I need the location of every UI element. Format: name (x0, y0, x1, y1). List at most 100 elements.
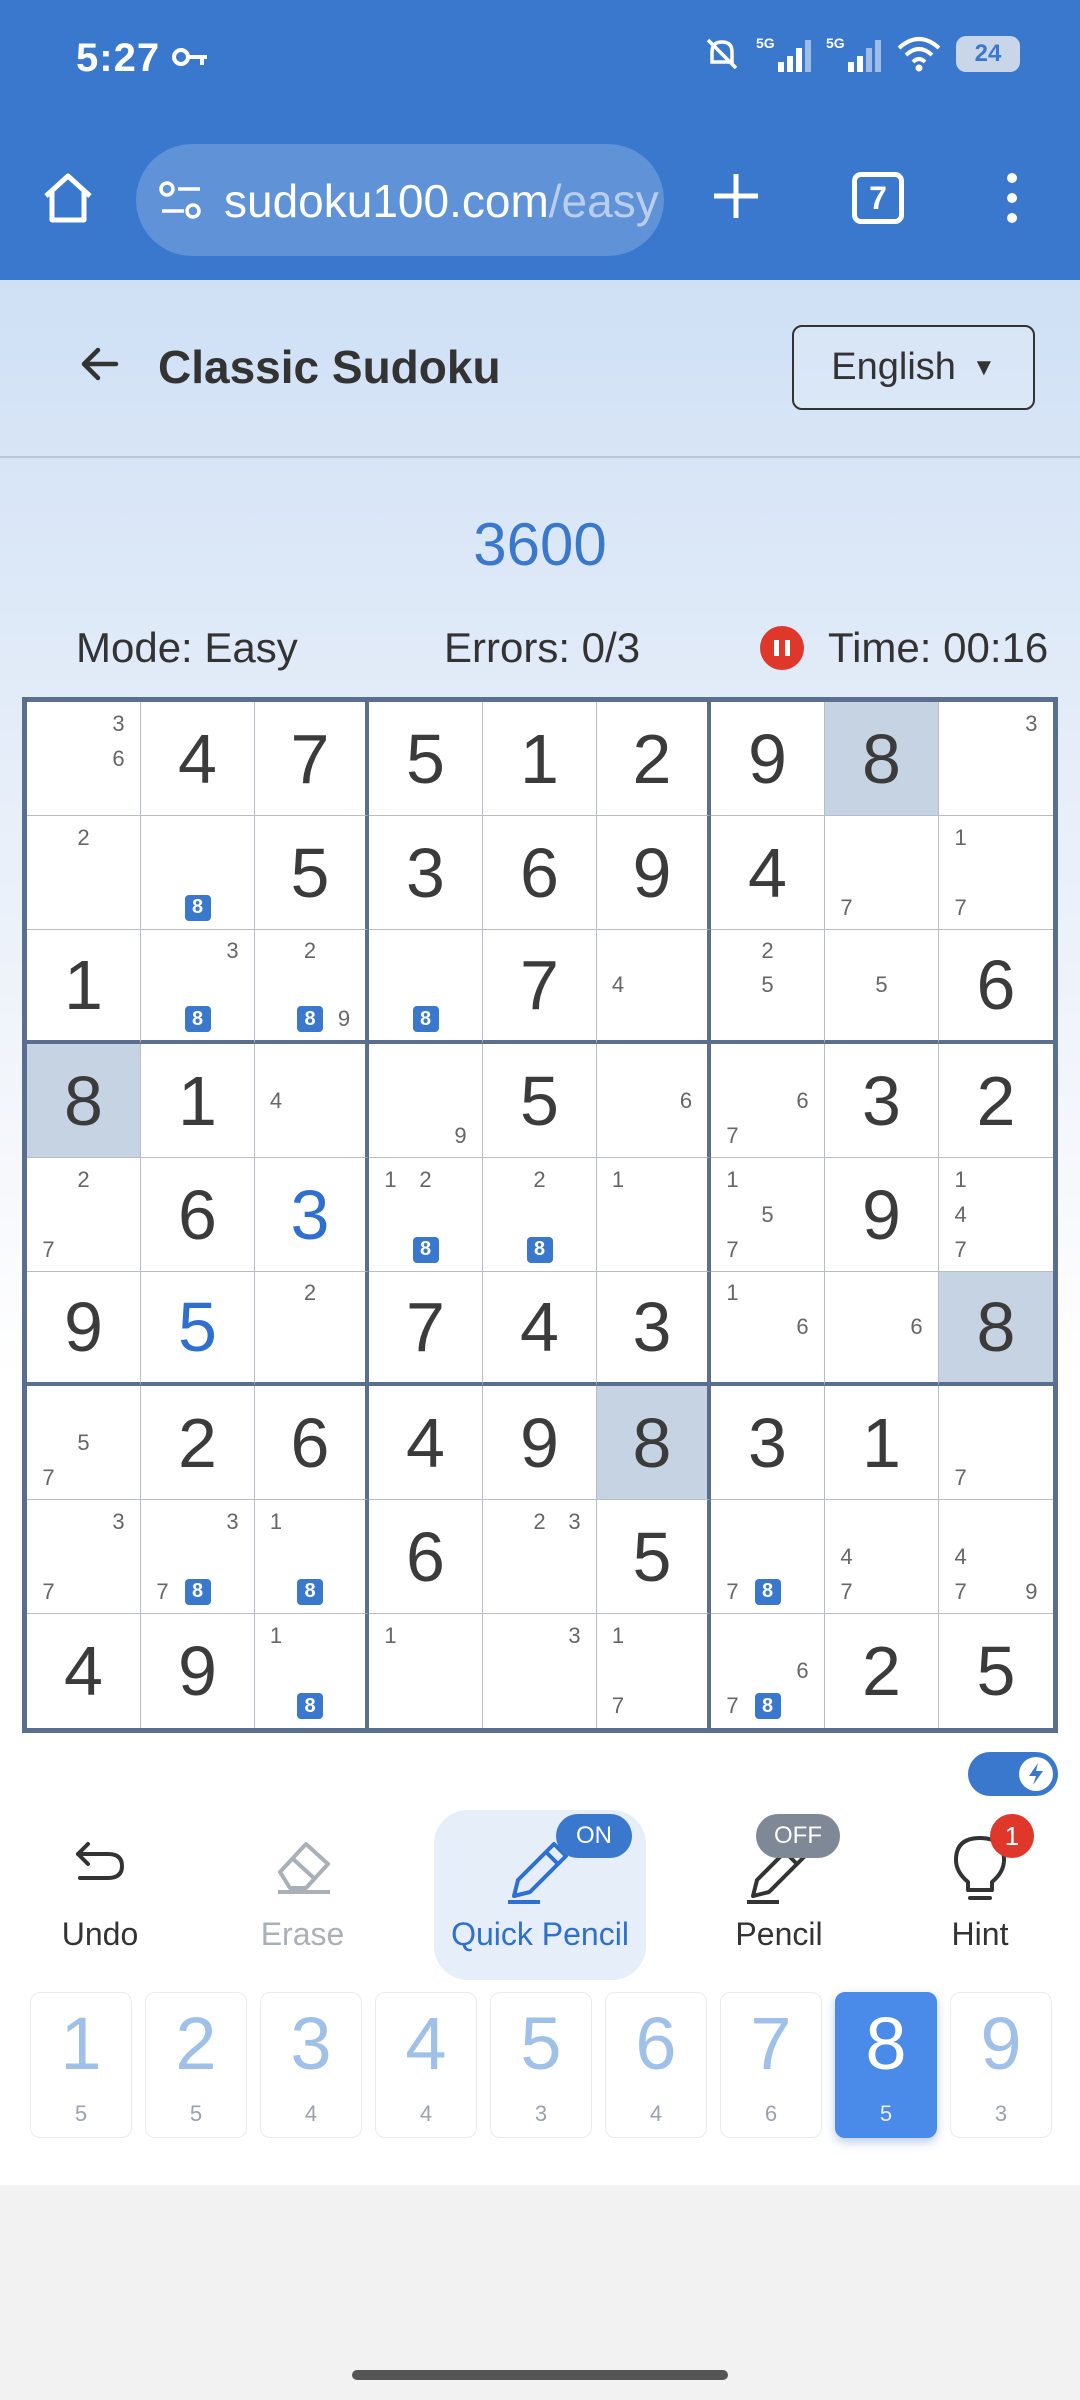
board-cell-r3c6[interactable]: 4 (597, 930, 711, 1044)
board-cell-r9c7[interactable]: 6 78 (711, 1614, 825, 1728)
number-key-5[interactable]: 53 (490, 1992, 592, 2138)
number-key-6[interactable]: 64 (605, 1992, 707, 2138)
auto-toggle[interactable] (968, 1752, 1058, 1796)
board-cell-r7c9[interactable]: 7 (939, 1386, 1053, 1500)
board-cell-r9c8[interactable]: 2 (825, 1614, 939, 1728)
board-cell-r9c6[interactable]: 17 (597, 1614, 711, 1728)
board-cell-r3c7[interactable]: 25 (711, 930, 825, 1044)
tab-switcher-button[interactable]: 7 (852, 172, 904, 224)
board-cell-r8c9[interactable]: 4 7 9 (939, 1500, 1053, 1614)
pause-icon[interactable] (760, 626, 804, 670)
board-cell-r6c7[interactable]: 16 (711, 1272, 825, 1386)
language-select[interactable]: English ▼ (792, 325, 1035, 410)
board-cell-r4c4[interactable]: 9 (369, 1044, 483, 1158)
board-cell-r2c8[interactable]: 7 (825, 816, 939, 930)
board-cell-r3c9[interactable]: 6 (939, 930, 1053, 1044)
home-indicator[interactable] (352, 2370, 728, 2380)
board-cell-r5c9[interactable]: 1 4 7 (939, 1158, 1053, 1272)
board-cell-r7c8[interactable]: 1 (825, 1386, 939, 1500)
board-cell-r3c5[interactable]: 7 (483, 930, 597, 1044)
board-cell-r3c3[interactable]: 2 89 (255, 930, 369, 1044)
back-arrow-icon[interactable] (76, 340, 124, 388)
board-cell-r9c5[interactable]: 3 (483, 1614, 597, 1728)
board-cell-r2c4[interactable]: 3 (369, 816, 483, 930)
board-cell-r2c6[interactable]: 9 (597, 816, 711, 930)
board-cell-r7c7[interactable]: 3 (711, 1386, 825, 1500)
board-cell-r6c8[interactable]: 6 (825, 1272, 939, 1386)
board-cell-r1c2[interactable]: 4 (141, 702, 255, 816)
number-key-1[interactable]: 15 (30, 1992, 132, 2138)
board-cell-r2c5[interactable]: 6 (483, 816, 597, 930)
board-cell-r5c7[interactable]: 157 (711, 1158, 825, 1272)
hint-button[interactable]: 1 Hint (910, 1810, 1050, 1980)
board-cell-r6c1[interactable]: 9 (27, 1272, 141, 1386)
board-cell-r5c4[interactable]: 12 8 (369, 1158, 483, 1272)
home-icon[interactable] (38, 168, 98, 228)
site-settings-icon[interactable] (158, 180, 204, 220)
board-cell-r6c3[interactable]: 2 (255, 1272, 369, 1386)
board-cell-r4c2[interactable]: 1 (141, 1044, 255, 1158)
board-cell-r3c1[interactable]: 1 (27, 930, 141, 1044)
board-cell-r8c7[interactable]: 78 (711, 1500, 825, 1614)
new-tab-icon[interactable] (706, 166, 766, 226)
board-cell-r6c6[interactable]: 3 (597, 1272, 711, 1386)
board-cell-r4c7[interactable]: 67 (711, 1044, 825, 1158)
board-cell-r4c3[interactable]: 4 (255, 1044, 369, 1158)
board-cell-r1c1[interactable]: 36 (27, 702, 141, 816)
board-cell-r7c2[interactable]: 2 (141, 1386, 255, 1500)
board-cell-r9c3[interactable]: 18 (255, 1614, 369, 1728)
number-key-3[interactable]: 34 (260, 1992, 362, 2138)
board-cell-r8c8[interactable]: 47 (825, 1500, 939, 1614)
board-cell-r9c4[interactable]: 1 (369, 1614, 483, 1728)
board-cell-r8c3[interactable]: 18 (255, 1500, 369, 1614)
address-bar[interactable]: sudoku100.com/easy (136, 144, 664, 256)
number-key-4[interactable]: 44 (375, 1992, 477, 2138)
board-cell-r7c1[interactable]: 57 (27, 1386, 141, 1500)
number-key-7[interactable]: 76 (720, 1992, 822, 2138)
board-cell-r5c5[interactable]: 28 (483, 1158, 597, 1272)
board-cell-r1c9[interactable]: 3 (939, 702, 1053, 816)
board-cell-r5c6[interactable]: 1 (597, 1158, 711, 1272)
board-cell-r2c1[interactable]: 2 (27, 816, 141, 930)
erase-button[interactable]: Erase (230, 1810, 375, 1980)
board-cell-r3c8[interactable]: 5 (825, 930, 939, 1044)
more-menu-icon[interactable] (994, 168, 1030, 228)
board-cell-r7c4[interactable]: 4 (369, 1386, 483, 1500)
board-cell-r6c5[interactable]: 4 (483, 1272, 597, 1386)
board-cell-r1c6[interactable]: 2 (597, 702, 711, 816)
board-cell-r1c3[interactable]: 7 (255, 702, 369, 816)
board-cell-r6c4[interactable]: 7 (369, 1272, 483, 1386)
board-cell-r9c9[interactable]: 5 (939, 1614, 1053, 1728)
board-cell-r1c8[interactable]: 8 (825, 702, 939, 816)
board-cell-r4c5[interactable]: 5 (483, 1044, 597, 1158)
board-cell-r1c7[interactable]: 9 (711, 702, 825, 816)
board-cell-r4c6[interactable]: 6 (597, 1044, 711, 1158)
board-cell-r4c8[interactable]: 3 (825, 1044, 939, 1158)
board-cell-r5c1[interactable]: 27 (27, 1158, 141, 1272)
board-cell-r6c2[interactable]: 5 (141, 1272, 255, 1386)
board-cell-r2c9[interactable]: 17 (939, 816, 1053, 930)
board-cell-r2c7[interactable]: 4 (711, 816, 825, 930)
undo-button[interactable]: Undo (30, 1810, 170, 1980)
board-cell-r1c4[interactable]: 5 (369, 702, 483, 816)
pencil-button[interactable]: OFF Pencil (704, 1810, 854, 1980)
number-key-9[interactable]: 93 (950, 1992, 1052, 2138)
board-cell-r7c6[interactable]: 8 (597, 1386, 711, 1500)
board-cell-r5c8[interactable]: 9 (825, 1158, 939, 1272)
board-cell-r7c5[interactable]: 9 (483, 1386, 597, 1500)
board-cell-r1c5[interactable]: 1 (483, 702, 597, 816)
board-cell-r8c4[interactable]: 6 (369, 1500, 483, 1614)
board-cell-r3c2[interactable]: 38 (141, 930, 255, 1044)
board-cell-r2c2[interactable]: 8 (141, 816, 255, 930)
board-cell-r2c3[interactable]: 5 (255, 816, 369, 930)
board-cell-r4c1[interactable]: 8 (27, 1044, 141, 1158)
board-cell-r5c3[interactable]: 3 (255, 1158, 369, 1272)
board-cell-r4c9[interactable]: 2 (939, 1044, 1053, 1158)
quick-pencil-button[interactable]: ON Quick Pencil (434, 1810, 646, 1980)
board-cell-r7c3[interactable]: 6 (255, 1386, 369, 1500)
number-key-2[interactable]: 25 (145, 1992, 247, 2138)
board-cell-r6c9[interactable]: 8 (939, 1272, 1053, 1386)
board-cell-r8c1[interactable]: 37 (27, 1500, 141, 1614)
board-cell-r8c5[interactable]: 23 (483, 1500, 597, 1614)
board-cell-r9c2[interactable]: 9 (141, 1614, 255, 1728)
